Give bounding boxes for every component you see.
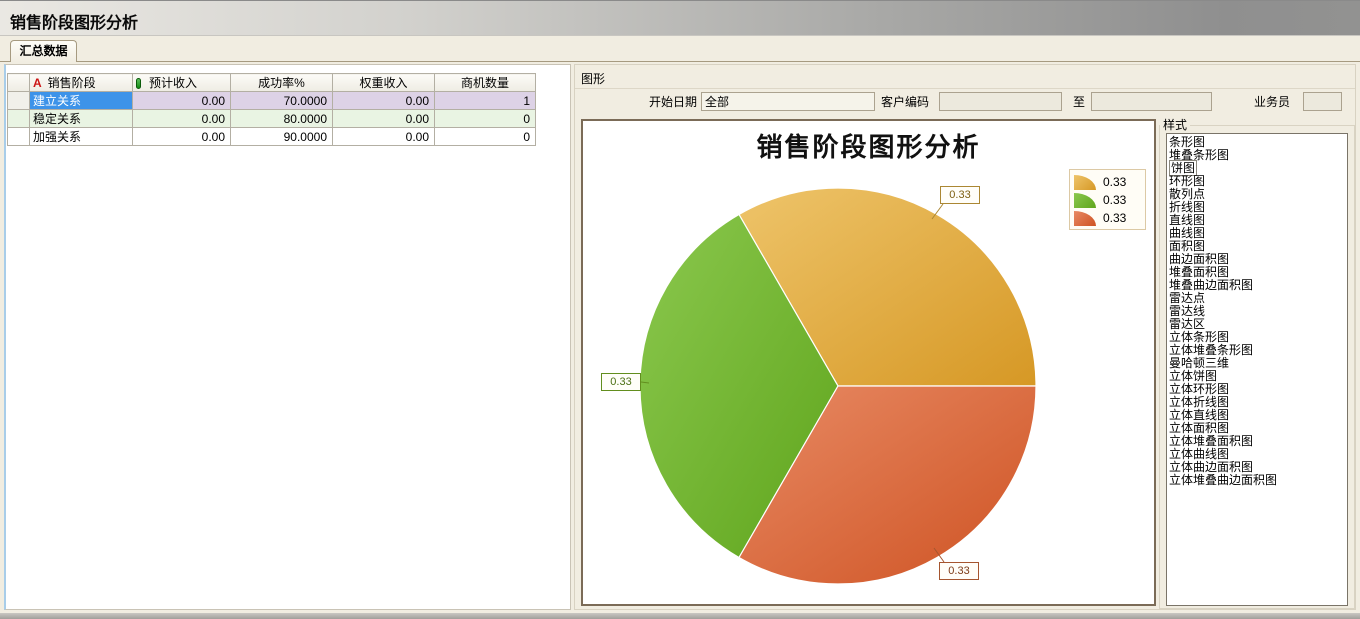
cell-success[interactable]: 80.0000 (231, 110, 333, 128)
bottom-bar (0, 613, 1360, 619)
cell-expected[interactable]: 0.00 (133, 110, 231, 128)
legend-swatch-red-icon (1074, 211, 1096, 226)
legend-value: 0.33 (1103, 211, 1126, 225)
cell-success[interactable]: 70.0000 (231, 92, 333, 110)
legend-item: 0.33 (1074, 209, 1141, 227)
column-header-opportunity-count[interactable]: 商机数量 (435, 74, 536, 92)
legend-swatch-green-icon (1074, 193, 1096, 208)
customer-code-to-input (1091, 92, 1212, 111)
cell-count[interactable]: 0 (435, 110, 536, 128)
table-row[interactable]: 加强关系 0.00 90.0000 0.00 0 (8, 128, 536, 146)
tab-summary-data[interactable]: 汇总数据 (10, 40, 77, 62)
column-header-success-rate[interactable]: 成功率% (231, 74, 333, 92)
row-selector[interactable] (8, 92, 30, 110)
cell-expected[interactable]: 0.00 (133, 128, 231, 146)
chart-title: 销售阶段图形分析 (583, 127, 1154, 164)
cell-count[interactable]: 1 (435, 92, 536, 110)
legend-value: 0.33 (1103, 175, 1126, 189)
divider (575, 88, 1355, 89)
cell-stage[interactable]: 加强关系 (30, 128, 133, 146)
pie-chart-area: 销售阶段图形分析 0.33 0.33 0.33 0.33 0.33 0.3 (581, 119, 1156, 606)
legend-swatch-orange-icon (1074, 175, 1096, 190)
table-header-row: A销售阶段 预计收入 成功率% 权重收入 商机数量 (8, 74, 536, 92)
cell-stage[interactable]: 稳定关系 (30, 110, 133, 128)
salesman-input (1303, 92, 1342, 111)
to-label: 至 (1073, 94, 1087, 110)
table-row[interactable]: 建立关系 0.00 70.0000 0.00 1 (8, 92, 536, 110)
table-row[interactable]: 稳定关系 0.00 80.0000 0.00 0 (8, 110, 536, 128)
sort-a-icon: A (33, 76, 42, 90)
app-window: 销售阶段图形分析 汇总数据 A销售阶段 预计收入 成功率% 权重收入 商机数量 (0, 0, 1360, 619)
chart-style-list: 条形图 堆叠条形图 饼图 环形图 散列点 折线图 直线图 曲线图 面积图 曲边面… (1166, 133, 1348, 606)
row-selector[interactable] (8, 128, 30, 146)
graph-panel-title: 图形 (581, 70, 605, 87)
column-header-expected-revenue[interactable]: 预计收入 (133, 74, 231, 92)
page-title: 销售阶段图形分析 (10, 9, 138, 33)
start-date-label: 开始日期 (631, 94, 697, 110)
row-selector-header (8, 74, 30, 92)
titlebar: 销售阶段图形分析 (0, 0, 1360, 36)
customer-code-from-input (939, 92, 1062, 111)
cell-expected[interactable]: 0.00 (133, 92, 231, 110)
sales-stage-table-panel: A销售阶段 预计收入 成功率% 权重收入 商机数量 建立关系 0.00 70.0… (4, 64, 571, 610)
graph-panel: 图形 开始日期 客户编码 至 业务员 (574, 64, 1356, 610)
customer-code-label: 客户编码 (881, 94, 935, 110)
legend-value: 0.33 (1103, 193, 1126, 207)
chart-legend: 0.33 0.33 0.33 (1069, 169, 1146, 230)
data-label-green: 0.33 (601, 373, 641, 391)
content-area: A销售阶段 预计收入 成功率% 权重收入 商机数量 建立关系 0.00 70.0… (0, 61, 1360, 613)
sales-stage-table: A销售阶段 预计收入 成功率% 权重收入 商机数量 建立关系 0.00 70.0… (7, 73, 536, 146)
cell-stage-selected[interactable]: 建立关系 (30, 92, 133, 110)
cell-weighted[interactable]: 0.00 (333, 110, 435, 128)
legend-item: 0.33 (1074, 191, 1141, 209)
cell-success[interactable]: 90.0000 (231, 128, 333, 146)
column-header-stage[interactable]: A销售阶段 (30, 74, 133, 92)
style-option-3d-stacked-curved-area[interactable]: 立体堆叠曲边面积图 (1169, 474, 1347, 487)
data-label-orange: 0.33 (940, 186, 980, 204)
cell-weighted[interactable]: 0.00 (333, 92, 435, 110)
start-date-input[interactable] (701, 92, 875, 111)
row-selector[interactable] (8, 110, 30, 128)
salesman-label: 业务员 (1254, 94, 1298, 110)
column-header-weighted-revenue[interactable]: 权重收入 (333, 74, 435, 92)
style-group-title: 样式 (1160, 116, 1190, 133)
cell-count[interactable]: 0 (435, 128, 536, 146)
legend-item: 0.33 (1074, 173, 1141, 191)
cell-weighted[interactable]: 0.00 (333, 128, 435, 146)
data-label-red: 0.33 (939, 562, 979, 580)
field-type-icon (136, 78, 141, 89)
